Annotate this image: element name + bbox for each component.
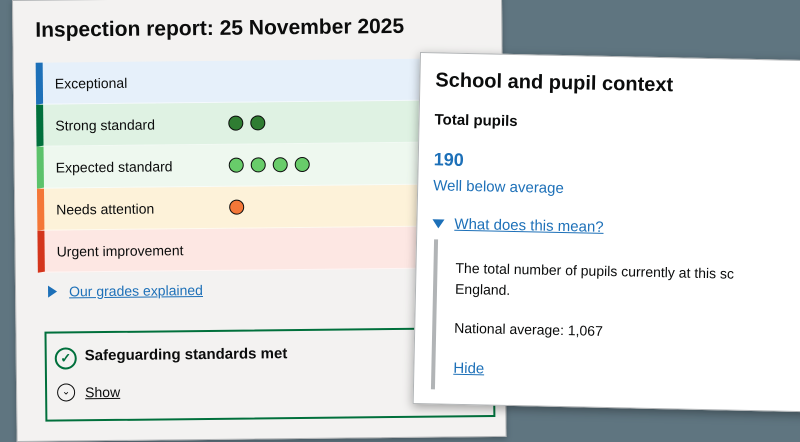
context-card: School and pupil context Total pupils 19… (412, 52, 800, 413)
grade-label: Expected standard (55, 157, 173, 176)
details-text: The total number of pupils currently at … (454, 259, 735, 298)
chevron-down-circle-icon: ⌄ (57, 383, 76, 402)
grade-dot (228, 157, 244, 173)
total-pupils-value: 190 (433, 149, 465, 170)
safeguarding-title: Safeguarding standards met (84, 345, 288, 365)
total-pupils-label: Total pupils (434, 111, 518, 131)
grade-label: Exceptional (54, 74, 128, 92)
grade-dots (228, 115, 266, 131)
grade-dots (228, 156, 310, 173)
total-pupils-description: Well below average (433, 177, 564, 198)
triangle-down-icon (432, 219, 445, 229)
grade-dot (250, 115, 266, 131)
grade-label: Needs attention (56, 200, 155, 218)
grade-dot (250, 157, 266, 173)
context-title: School and pupil context (435, 69, 674, 97)
grade-label: Strong standard (55, 116, 156, 134)
grade-dot (228, 115, 244, 131)
show-label: Show (85, 383, 121, 401)
grade-dot (229, 199, 245, 215)
grades-explained-label: Our grades explained (68, 282, 204, 300)
grade-label: Urgent improvement (56, 241, 184, 260)
grade-dot (272, 157, 288, 173)
details-summary-label: What does this mean? (454, 215, 604, 236)
grade-dots (229, 199, 245, 215)
hide-link[interactable]: Hide (453, 360, 484, 378)
triangle-right-icon (47, 285, 58, 298)
safeguarding-show-toggle[interactable]: ⌄ Show (57, 383, 120, 402)
check-circle-icon: ✓ (54, 347, 77, 370)
grade-dot (294, 156, 310, 173)
what-does-this-mean-toggle[interactable]: What does this mean? (432, 215, 604, 236)
grades-explained-link[interactable]: Our grades explained (47, 282, 204, 300)
details-panel: The total number of pupils currently at … (430, 239, 800, 398)
national-average: National average: 1,067 (454, 319, 604, 339)
report-title: Inspection report: 25 November 2025 (35, 14, 405, 42)
